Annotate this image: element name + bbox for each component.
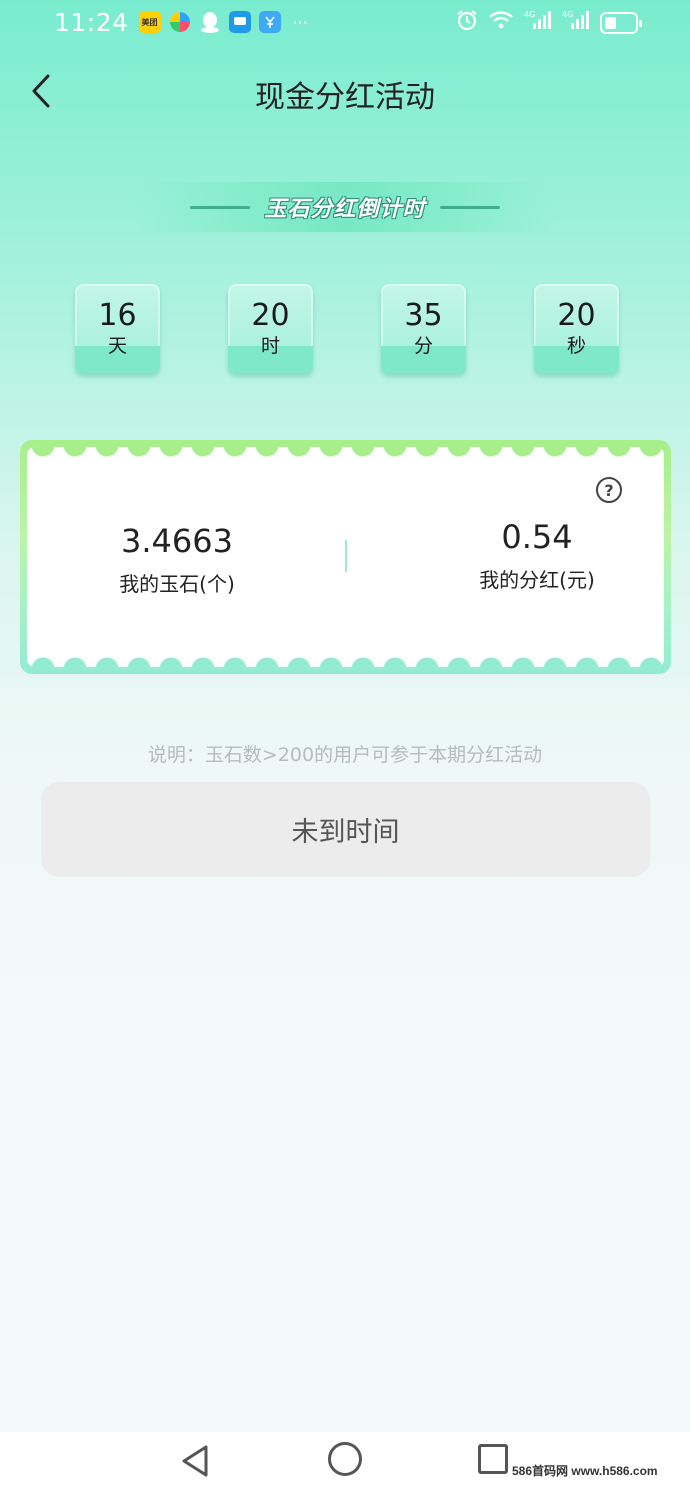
meituan-app-icon: 美团 [138,11,161,33]
countdown-days-unit: 天 [107,335,127,357]
not-yet-time-button[interactable]: 未到时间 [41,782,650,877]
countdown-seconds: 20 秒 [534,284,619,374]
wifi-icon [488,9,514,37]
nav-back-button[interactable] [180,1444,212,1478]
status-system-icons: 4G 4G [456,9,642,37]
help-icon[interactable]: ? [596,477,622,503]
nav-home-button[interactable] [328,1442,362,1476]
alarm-icon [456,9,478,37]
countdown-days: 16 天 [75,284,160,374]
countdown-hours-value: 20 [251,298,290,333]
more-notifications-icon: ··· [292,12,308,32]
qq-icon [199,11,221,33]
countdown-title: 玉石分红倒计时 [264,197,426,222]
pinwheel-app-icon [169,11,191,33]
watermark: 586首码网 www.h586.com [512,1464,658,1478]
eligibility-note: 说明：玉石数>200的用户可参于本期分红活动 [147,744,543,766]
jade-value: 3.4663 [121,522,233,560]
countdown-minutes: 35 分 [381,284,466,374]
countdown-ribbon: 玉石分红倒计时 [135,182,555,232]
scallop-top-border [27,447,664,461]
countdown-minutes-unit: 分 [413,335,433,357]
triangle-back-icon [182,1445,208,1477]
message-app-icon [228,11,251,33]
system-nav-bar: 586首码网 www.h586.com [0,1432,690,1488]
signal-label: 4G [524,10,535,19]
stats-divider [345,540,347,572]
signal-label-2: 4G [562,10,573,19]
jade-stat: 3.4663 我的玉石(个) [87,521,267,597]
dividend-label: 我的分红(元) [479,568,595,592]
page-title: 现金分红活动 [255,80,435,115]
battery-icon [600,12,642,34]
countdown-hours-unit: 时 [260,335,280,357]
signal-4g-icon-2: 4G [562,9,590,37]
ribbon-line-right [439,205,500,209]
scallop-bottom-border [27,653,664,667]
stats-card: ? 3.4663 我的玉石(个) 0.54 我的分红(元) [20,440,671,674]
countdown-hours: 20 时 [228,284,313,374]
countdown-seconds-value: 20 [557,298,596,333]
status-time: 11:24 [54,7,129,37]
countdown-minutes-value: 35 [404,298,443,333]
dividend-stat: 0.54 我的分红(元) [447,517,627,593]
countdown-seconds-unit: 秒 [566,335,586,357]
ribbon-line-left [190,205,251,209]
countdown-days-value: 16 [98,298,137,333]
nav-recents-button[interactable] [478,1444,508,1474]
page: 11:24 美团 ··· 4G 4G 现金分红活动 玉石分红倒计时 16 天 2… [0,0,690,1488]
status-bar: 11:24 美团 ··· 4G 4G [0,0,690,44]
jade-label: 我的玉石(个) [119,572,235,596]
signal-4g-icon: 4G [524,9,552,37]
stats-card-body: ? 3.4663 我的玉石(个) 0.54 我的分红(元) [27,447,664,667]
dividend-value: 0.54 [501,518,573,556]
wallet-app-icon [258,11,281,33]
battery-level [605,17,616,29]
status-notification-icons: 美团 ··· [138,11,308,33]
